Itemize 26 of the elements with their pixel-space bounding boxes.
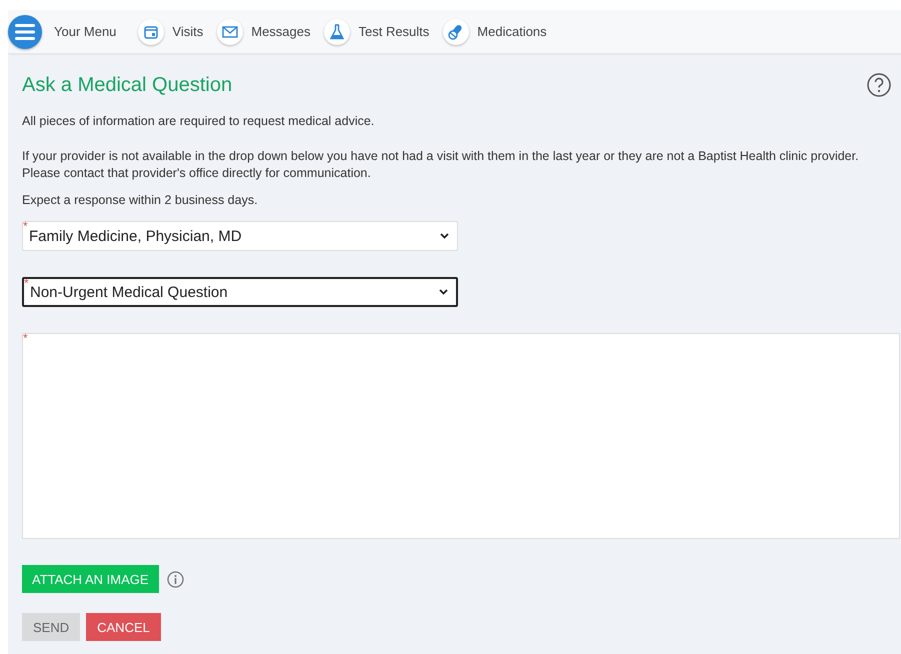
menu-label: Your Menu: [54, 24, 116, 39]
caret-icon: [439, 289, 448, 295]
envelope-icon: [222, 26, 238, 38]
page-title: Ask a Medical Question: [22, 74, 232, 96]
info-icon[interactable]: [166, 570, 184, 588]
cancel-button[interactable]: CANCEL: [86, 613, 161, 641]
calendar-icon: [144, 24, 158, 38]
required-marker: *: [24, 276, 29, 290]
nav-link[interactable]: Messages: [217, 18, 310, 44]
info-text: Expect a response within 2 business days.: [22, 192, 259, 209]
dropdown-select[interactable]: *Non-Urgent Medical Question: [22, 277, 458, 307]
required-marker: *: [23, 219, 28, 233]
nav-link[interactable]: Test Results: [324, 18, 430, 44]
required-marker: *: [23, 331, 28, 345]
info-text: If your provider is not available in the drop down below you have not had a visit with them in the last year or they are not a Baptist Health clinic provider.: [22, 148, 860, 165]
nav-link[interactable]: Visits: [138, 18, 204, 44]
message-textarea[interactable]: *: [22, 333, 900, 539]
dropdown-select[interactable]: * Family Medicine, Physician, MD: [22, 221, 458, 251]
info-text: Please contact that provider's office directly for communication.: [22, 165, 372, 182]
help-icon[interactable]: [867, 73, 891, 97]
menu-button[interactable]: [8, 14, 42, 48]
caret-icon: [440, 233, 449, 239]
menu-icon: [15, 24, 35, 40]
info-text: All pieces of information are required to request medical advice.: [22, 113, 376, 130]
flask-icon: [330, 24, 344, 40]
nav-link[interactable]: Medications: [443, 18, 547, 44]
